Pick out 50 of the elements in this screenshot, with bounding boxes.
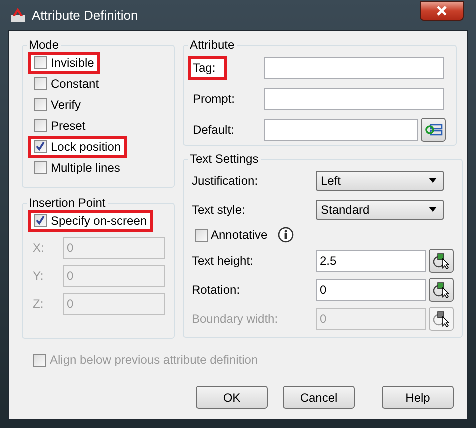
field-label: Text style:	[192, 202, 246, 216]
check-icon	[35, 141, 46, 152]
insert-field-button[interactable]	[421, 118, 446, 142]
field-label: Text height:	[192, 254, 254, 268]
dialog-button[interactable]: Cancel	[283, 386, 355, 409]
pick-point-button[interactable]	[429, 306, 454, 330]
pick-point-button[interactable]	[429, 248, 454, 272]
app-logo-icon	[10, 7, 26, 23]
field-label: Y:	[32, 269, 45, 283]
field-label: Boundary width:	[192, 312, 280, 326]
text-field[interactable]	[264, 118, 418, 140]
field-label: Prompt:	[192, 90, 236, 108]
checkbox-option[interactable]: Invisible	[28, 52, 100, 74]
dropdown[interactable]: Standard	[316, 200, 444, 220]
pick-point-icon	[432, 282, 450, 298]
dropdown-arrow-icon	[429, 207, 437, 212]
checkbox-option[interactable]: Annotative	[189, 224, 274, 246]
field-label: Default:	[192, 122, 236, 138]
group-title: Insertion Point	[28, 196, 107, 210]
group-title: Text Settings	[189, 152, 260, 166]
text-field[interactable]	[264, 88, 444, 110]
pick-point-icon	[432, 310, 450, 326]
pick-point-icon	[432, 252, 450, 268]
check-icon	[35, 215, 46, 226]
field-label: Rotation:	[192, 282, 242, 296]
checkbox-option[interactable]: Constant	[28, 72, 106, 94]
text-field[interactable]: 0	[316, 278, 426, 300]
field-label: X:	[32, 241, 46, 255]
field-label: Justification:	[192, 174, 260, 188]
checkbox-option[interactable]: Multiple lines	[28, 156, 126, 178]
info-icon[interactable]	[278, 227, 294, 243]
dialog-button[interactable]: OK	[196, 386, 268, 409]
checkbox-option[interactable]: Specify on-screen	[28, 210, 154, 232]
field-label: Z:	[32, 297, 45, 311]
checkbox-option[interactable]: Lock position	[28, 136, 128, 158]
dialog-button[interactable]: Help	[382, 386, 454, 409]
field-list-icon	[424, 122, 442, 136]
dropdown-arrow-icon	[429, 178, 437, 183]
close-icon	[436, 5, 448, 17]
checkbox-option[interactable]: Verify	[28, 94, 88, 116]
text-field[interactable]: 2.5	[316, 250, 426, 272]
text-field[interactable]	[264, 56, 444, 78]
pick-point-button[interactable]	[429, 278, 454, 302]
dropdown[interactable]: Left	[316, 170, 444, 190]
field-label: Tag:	[188, 56, 227, 80]
close-button[interactable]	[420, 1, 464, 21]
checkbox-option[interactable]: Preset	[28, 114, 92, 136]
group-title: Mode	[28, 38, 60, 52]
group-title: Attribute	[189, 38, 236, 52]
window-title: Attribute Definition	[32, 8, 140, 22]
